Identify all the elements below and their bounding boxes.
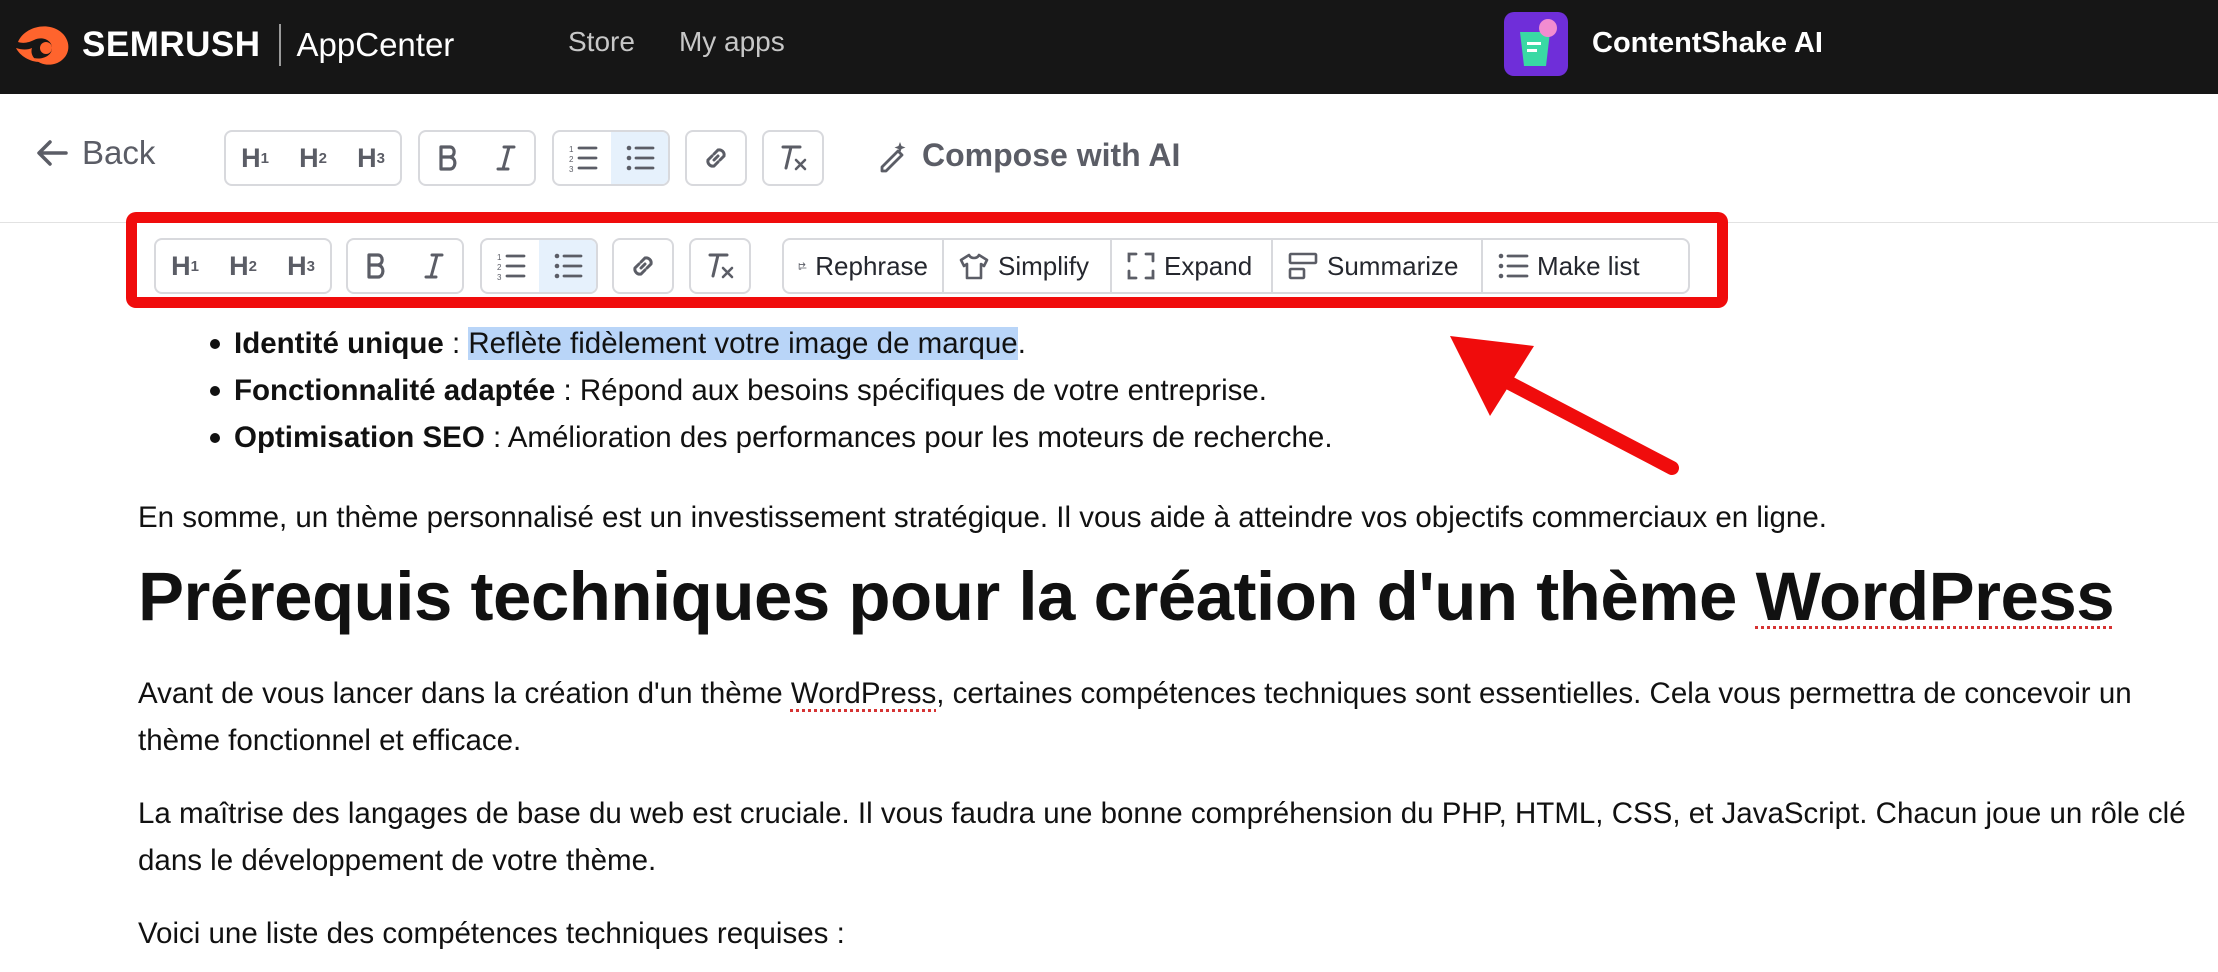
h2-label: H bbox=[299, 142, 319, 173]
bullet-list-icon bbox=[626, 145, 654, 171]
bullet-separator: : bbox=[484, 421, 508, 454]
link-button[interactable] bbox=[687, 132, 745, 184]
bullet-separator: : bbox=[555, 374, 580, 407]
italic-icon bbox=[496, 145, 515, 171]
h3-label: H bbox=[357, 142, 377, 173]
format-group bbox=[418, 130, 536, 186]
brand-name: SEMRUSH bbox=[82, 25, 261, 64]
italic-button[interactable] bbox=[477, 132, 534, 184]
list-item: Optimisation SEO : Amélioration des perf… bbox=[210, 414, 2178, 461]
section-heading: Prérequis techniques pour la création d'… bbox=[138, 552, 2115, 642]
magic-pen-icon bbox=[880, 141, 906, 172]
heading-group: H1 H2 H3 bbox=[224, 130, 402, 186]
bold-icon bbox=[438, 145, 456, 171]
nav-store[interactable]: Store bbox=[568, 26, 635, 58]
bullet-list-button[interactable] bbox=[611, 132, 668, 184]
cup-icon bbox=[1520, 19, 1557, 66]
appcenter-label: AppCenter bbox=[296, 26, 455, 63]
clear-format-button[interactable] bbox=[764, 132, 822, 184]
app-name: ContentShake AI bbox=[1592, 27, 1823, 59]
svg-text:3: 3 bbox=[569, 165, 574, 172]
bullet-text: Amélioration des performances pour les m… bbox=[507, 421, 1333, 454]
bullet-term: Fonctionnalité adaptée bbox=[234, 374, 556, 407]
svg-text:2: 2 bbox=[569, 155, 574, 164]
list-group: 123 bbox=[552, 130, 670, 186]
semrush-logo[interactable]: SEMRUSH AppCenter bbox=[14, 22, 454, 68]
clear-format-icon bbox=[781, 145, 807, 171]
ordered-list-icon: 123 bbox=[569, 145, 597, 172]
paragraph: Voici une liste des compétences techniqu… bbox=[138, 917, 845, 950]
editor-toolbar: Back H1 H2 H3 123 Compose with AI bbox=[0, 94, 2218, 223]
h1-level: 1 bbox=[260, 149, 269, 167]
spellcheck-word: WordPress bbox=[1755, 558, 2115, 635]
link-group bbox=[685, 130, 747, 186]
link-icon bbox=[706, 148, 726, 168]
contentshake-app-icon[interactable] bbox=[1504, 12, 1568, 76]
brand-divider bbox=[278, 24, 281, 66]
bullet-separator: : bbox=[443, 327, 469, 360]
bullet-term: Identité unique bbox=[234, 327, 444, 360]
bold-button[interactable] bbox=[420, 132, 477, 184]
h1-label: H bbox=[241, 142, 261, 173]
back-label: Back bbox=[82, 134, 156, 171]
selected-text: Reflète fidèlement votre image de marque bbox=[468, 327, 1018, 360]
spellcheck-word: WordPress bbox=[790, 677, 937, 710]
nav-my-apps[interactable]: My apps bbox=[679, 26, 785, 58]
h2-level: 2 bbox=[318, 149, 327, 167]
top-nav: Store My apps bbox=[568, 26, 785, 58]
paragraph: Avant de vous lancer dans la création d'… bbox=[138, 670, 2198, 764]
paragraph: En somme, un thème personnalisé est un i… bbox=[138, 501, 1827, 534]
h3-button[interactable]: H3 bbox=[342, 132, 400, 184]
semrush-fire-icon bbox=[16, 26, 69, 65]
h1-button[interactable]: H1 bbox=[226, 132, 284, 184]
svg-text:1: 1 bbox=[569, 145, 574, 154]
annotation-highlight-box bbox=[126, 212, 1728, 308]
list-item: Identité unique : Reflète fidèlement vot… bbox=[210, 320, 2178, 367]
bullet-term: Optimisation SEO bbox=[234, 421, 485, 454]
bullet-text: . bbox=[1017, 327, 1026, 360]
h3-level: 3 bbox=[376, 149, 385, 167]
compose-label: Compose with AI bbox=[922, 137, 1181, 173]
heading-text: Prérequis techniques pour la création d'… bbox=[138, 558, 1756, 635]
h2-button[interactable]: H2 bbox=[284, 132, 342, 184]
editor-content[interactable]: Identité unique : Reflète fidèlement vot… bbox=[138, 320, 2186, 950]
compose-with-ai-button[interactable]: Compose with AI bbox=[876, 137, 1180, 174]
bullet-list: Identité unique : Reflète fidèlement vot… bbox=[138, 320, 2178, 461]
paragraph: La maîtrise des langages de base du web … bbox=[138, 797, 2186, 877]
clear-format-group bbox=[762, 130, 824, 186]
ordered-list-button[interactable]: 123 bbox=[554, 132, 611, 184]
arrow-left-icon bbox=[37, 140, 68, 166]
list-item: Fonctionnalité adaptée : Répond aux beso… bbox=[210, 367, 2178, 414]
paragraph-text: Avant de vous lancer dans la création d'… bbox=[138, 677, 791, 710]
back-button[interactable]: Back bbox=[36, 134, 155, 172]
bullet-text: Répond aux besoins spécifiques de votre … bbox=[579, 374, 1267, 407]
app-header: SEMRUSH AppCenter Store My apps ContentS… bbox=[0, 0, 2218, 94]
